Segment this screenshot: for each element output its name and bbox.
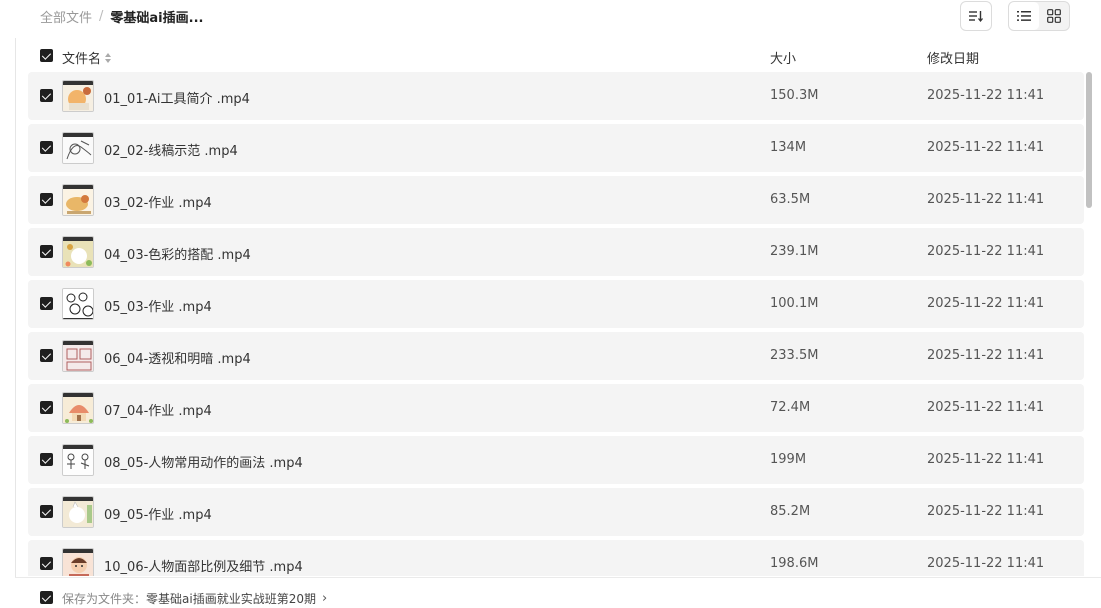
file-row[interactable]: 03_02-作业 .mp4 63.5M 2025-11-22 11:41	[28, 176, 1084, 224]
file-size: 198.6M	[770, 556, 819, 571]
file-size: 100.1M	[770, 296, 819, 311]
file-size: 134M	[770, 140, 807, 155]
column-name-header[interactable]: 文件名	[62, 48, 112, 67]
file-date: 2025-11-22 11:41	[927, 504, 1045, 519]
chevron-right-icon: ›	[321, 591, 328, 606]
file-checkbox[interactable]	[40, 453, 53, 466]
sort-arrows-icon	[105, 52, 112, 63]
video-thumbnail	[62, 340, 94, 372]
file-row[interactable]: 05_03-作业 .mp4 100.1M 2025-11-22 11:41	[28, 280, 1084, 328]
file-name[interactable]: 05_03-作业 .mp4	[104, 296, 212, 315]
column-header: 文件名 大小 修改日期	[28, 44, 1084, 68]
file-name[interactable]: 02_02-线稿示范 .mp4	[104, 140, 238, 159]
file-checkbox[interactable]	[40, 557, 53, 570]
file-size: 150.3M	[770, 88, 819, 103]
file-size: 72.4M	[770, 400, 811, 415]
file-checkbox[interactable]	[40, 89, 53, 102]
grid-view-icon	[1047, 9, 1061, 23]
column-size-header: 大小	[770, 52, 797, 67]
save-folder-option[interactable]: 保存为文件夹： 零基础ai插画就业实战班第20期 ›	[62, 590, 327, 607]
video-thumbnail	[62, 132, 94, 164]
select-all-checkbox[interactable]	[40, 49, 53, 62]
file-name[interactable]: 01_01-Ai工具简介 .mp4	[104, 88, 250, 107]
file-checkbox[interactable]	[40, 349, 53, 362]
file-date: 2025-11-22 11:41	[927, 400, 1045, 415]
scrollbar-thumb[interactable]	[1086, 72, 1092, 208]
video-thumbnail	[62, 548, 94, 576]
file-name[interactable]: 03_02-作业 .mp4	[104, 192, 212, 211]
breadcrumb-root[interactable]: 全部文件	[40, 7, 92, 26]
file-date: 2025-11-22 11:41	[927, 348, 1045, 363]
file-row[interactable]: 10_06-人物面部比例及细节 .mp4 198.6M 2025-11-22 1…	[28, 540, 1084, 576]
list-view-button[interactable]	[1009, 2, 1039, 30]
file-date: 2025-11-22 11:41	[927, 244, 1045, 259]
file-date: 2025-11-22 11:41	[927, 556, 1045, 571]
file-name[interactable]: 09_05-作业 .mp4	[104, 504, 212, 523]
file-checkbox[interactable]	[40, 193, 53, 206]
file-date: 2025-11-22 11:41	[927, 452, 1045, 467]
vertical-scrollbar[interactable]	[1086, 72, 1092, 576]
file-size: 85.2M	[770, 504, 811, 519]
file-size: 199M	[770, 452, 807, 467]
video-thumbnail	[62, 236, 94, 268]
file-date: 2025-11-22 11:41	[927, 192, 1045, 207]
file-checkbox[interactable]	[40, 245, 53, 258]
file-row[interactable]: 09_05-作业 .mp4 85.2M 2025-11-22 11:41	[28, 488, 1084, 536]
file-checkbox[interactable]	[40, 401, 53, 414]
file-list: 01_01-Ai工具简介 .mp4 150.3M 2025-11-22 11:4…	[28, 72, 1084, 576]
column-name-label: 文件名	[62, 52, 102, 67]
sort-descending-icon	[969, 11, 984, 23]
save-folder-bar: 保存为文件夹： 零基础ai插画就业实战班第20期 ›	[15, 577, 1101, 608]
content-left-border	[15, 38, 16, 608]
list-view-icon	[1017, 11, 1031, 21]
column-date-header: 修改日期	[927, 52, 980, 67]
file-row[interactable]: 01_01-Ai工具简介 .mp4 150.3M 2025-11-22 11:4…	[28, 72, 1084, 120]
file-date: 2025-11-22 11:41	[927, 296, 1045, 311]
video-thumbnail	[62, 184, 94, 216]
video-thumbnail	[62, 444, 94, 476]
file-row[interactable]: 07_04-作业 .mp4 72.4M 2025-11-22 11:41	[28, 384, 1084, 432]
save-folder-name: 零基础ai插画就业实战班第20期	[146, 592, 316, 606]
file-date: 2025-11-22 11:41	[927, 88, 1045, 103]
file-name[interactable]: 04_03-色彩的搭配 .mp4	[104, 244, 251, 263]
sort-button[interactable]	[960, 1, 992, 31]
video-thumbnail	[62, 288, 94, 320]
video-thumbnail	[62, 392, 94, 424]
save-folder-label: 保存为文件夹：	[62, 592, 147, 606]
file-name[interactable]: 10_06-人物面部比例及细节 .mp4	[104, 556, 303, 575]
breadcrumb-current: 零基础ai插画...	[110, 10, 204, 26]
file-checkbox[interactable]	[40, 141, 53, 154]
file-checkbox[interactable]	[40, 505, 53, 518]
video-thumbnail	[62, 496, 94, 528]
breadcrumb-separator: /	[99, 8, 104, 24]
file-name[interactable]: 07_04-作业 .mp4	[104, 400, 212, 419]
file-size: 239.1M	[770, 244, 819, 259]
file-row[interactable]: 04_03-色彩的搭配 .mp4 239.1M 2025-11-22 11:41	[28, 228, 1084, 276]
file-name[interactable]: 08_05-人物常用动作的画法 .mp4	[104, 452, 303, 471]
save-as-folder-checkbox[interactable]	[40, 591, 53, 604]
breadcrumb: 全部文件 / 零基础ai插画...	[40, 7, 204, 26]
file-size: 233.5M	[770, 348, 819, 363]
file-name[interactable]: 06_04-透视和明暗 .mp4	[104, 348, 251, 367]
file-size: 63.5M	[770, 192, 811, 207]
grid-view-button[interactable]	[1039, 2, 1069, 30]
file-date: 2025-11-22 11:41	[927, 140, 1045, 155]
video-thumbnail	[62, 80, 94, 112]
view-toggle	[1008, 1, 1070, 31]
file-checkbox[interactable]	[40, 297, 53, 310]
file-row[interactable]: 08_05-人物常用动作的画法 .mp4 199M 2025-11-22 11:…	[28, 436, 1084, 484]
file-row[interactable]: 02_02-线稿示范 .mp4 134M 2025-11-22 11:41	[28, 124, 1084, 172]
file-row[interactable]: 06_04-透视和明暗 .mp4 233.5M 2025-11-22 11:41	[28, 332, 1084, 380]
